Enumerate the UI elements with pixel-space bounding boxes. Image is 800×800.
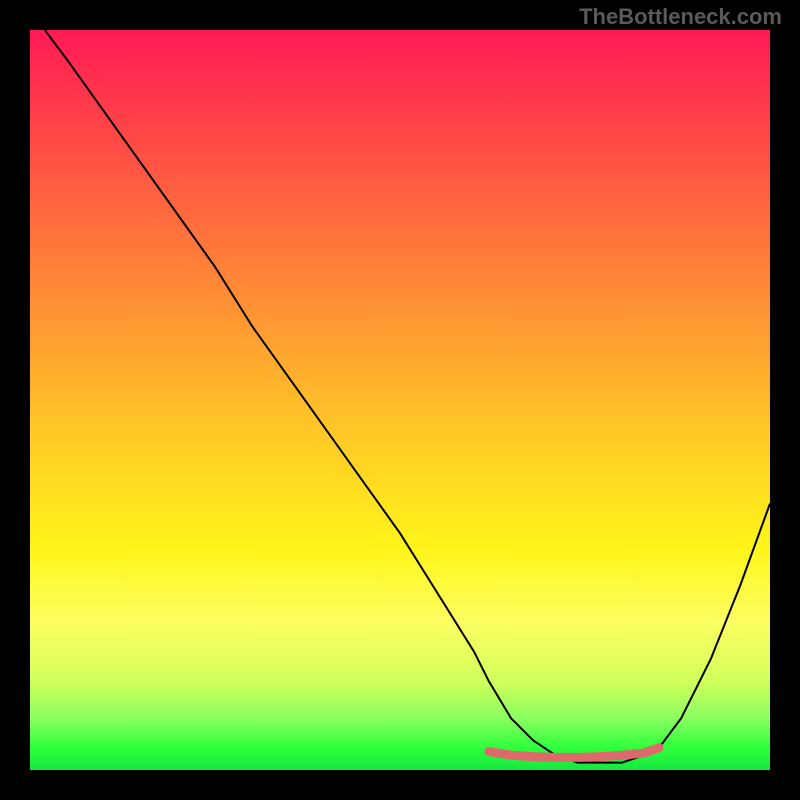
watermark-text: TheBottleneck.com <box>579 4 782 30</box>
chart-svg <box>30 30 770 770</box>
optimal-range-marker-line <box>489 748 659 758</box>
bottleneck-curve-line <box>45 30 770 763</box>
chart-plot-area <box>30 30 770 770</box>
